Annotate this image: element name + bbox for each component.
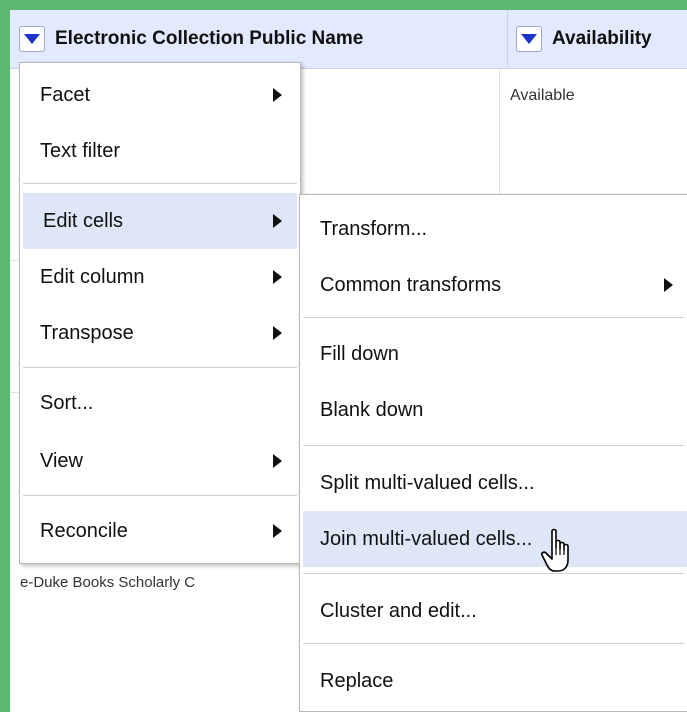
edit-cells-submenu: Transform... Common transforms Fill down… — [299, 194, 687, 712]
chevron-right-icon — [273, 270, 282, 284]
menu-item-label: Facet — [40, 83, 91, 106]
column-header-availability[interactable]: Availability — [508, 10, 687, 68]
menu-item-label: Transform... — [320, 217, 428, 240]
menu-item-common-transforms[interactable]: Common transforms — [300, 257, 687, 313]
menu-item-edit-cells[interactable]: Edit cells — [23, 193, 297, 249]
availability-cell[interactable]: Available — [510, 87, 575, 105]
column-menu: Facet Text filter Edit cells Edit column… — [19, 62, 301, 564]
menu-item-edit-column[interactable]: Edit column — [20, 251, 300, 303]
menu-item-label: Text filter — [40, 139, 121, 162]
hand-pointer-icon — [541, 528, 569, 572]
menu-separator — [303, 317, 684, 318]
menu-item-label: Fill down — [320, 342, 399, 365]
menu-item-transform[interactable]: Transform... — [300, 201, 687, 257]
menu-item-facet[interactable]: Facet — [20, 71, 300, 119]
menu-item-label: Sort... — [40, 391, 94, 414]
column-header-label: Electronic Collection Public Name — [55, 28, 364, 49]
column-header-row: Electronic Collection Public Name Availa… — [10, 10, 687, 69]
menu-item-label: Reconcile — [40, 519, 128, 542]
menu-item-text-filter[interactable]: Text filter — [20, 127, 300, 175]
menu-item-label: Edit column — [40, 265, 145, 288]
menu-item-label: Edit cells — [43, 209, 124, 232]
menu-item-label: Join multi-valued cells... — [320, 527, 533, 550]
collection-name-cell[interactable]: e-Duke Books Scholarly C — [20, 574, 195, 591]
chevron-right-icon — [664, 278, 673, 292]
menu-item-label: Common transforms — [320, 273, 502, 296]
menu-item-cluster-and-edit[interactable]: Cluster and edit... — [300, 583, 687, 639]
menu-separator — [23, 367, 297, 368]
column-header-collection-name[interactable]: Electronic Collection Public Name — [10, 10, 508, 68]
chevron-right-icon — [273, 326, 282, 340]
menu-item-label: Cluster and edit... — [320, 599, 477, 622]
menu-item-label: Split multi-valued cells... — [320, 471, 535, 494]
chevron-right-icon — [273, 524, 282, 538]
menu-separator — [23, 495, 297, 496]
menu-separator — [23, 183, 297, 184]
chevron-right-icon — [273, 454, 282, 468]
menu-item-label: Transpose — [40, 321, 134, 344]
menu-separator — [303, 643, 684, 644]
menu-separator — [303, 573, 684, 574]
menu-item-transpose[interactable]: Transpose — [20, 307, 300, 359]
column-dropdown-button[interactable] — [516, 26, 542, 52]
column-header-label: Availability — [552, 28, 652, 49]
menu-item-blank-down[interactable]: Blank down — [300, 383, 687, 437]
menu-item-split-multi-valued[interactable]: Split multi-valued cells... — [300, 455, 687, 511]
menu-item-label: Blank down — [320, 398, 424, 421]
chevron-right-icon — [273, 88, 282, 102]
column-dropdown-button[interactable] — [19, 26, 45, 52]
menu-item-fill-down[interactable]: Fill down — [300, 327, 687, 381]
chevron-down-icon — [521, 34, 537, 44]
menu-item-reconcile[interactable]: Reconcile — [20, 505, 300, 557]
grid-column-divider — [499, 69, 500, 199]
menu-item-label: Replace — [320, 669, 394, 692]
menu-item-sort[interactable]: Sort... — [20, 377, 300, 429]
menu-item-join-multi-valued[interactable]: Join multi-valued cells... — [303, 511, 687, 567]
menu-item-label: View — [40, 449, 83, 472]
menu-item-replace[interactable]: Replace — [300, 653, 687, 709]
chevron-down-icon — [24, 34, 40, 44]
chevron-right-icon — [273, 214, 282, 228]
menu-item-view[interactable]: View — [20, 435, 300, 487]
menu-separator — [303, 445, 684, 446]
